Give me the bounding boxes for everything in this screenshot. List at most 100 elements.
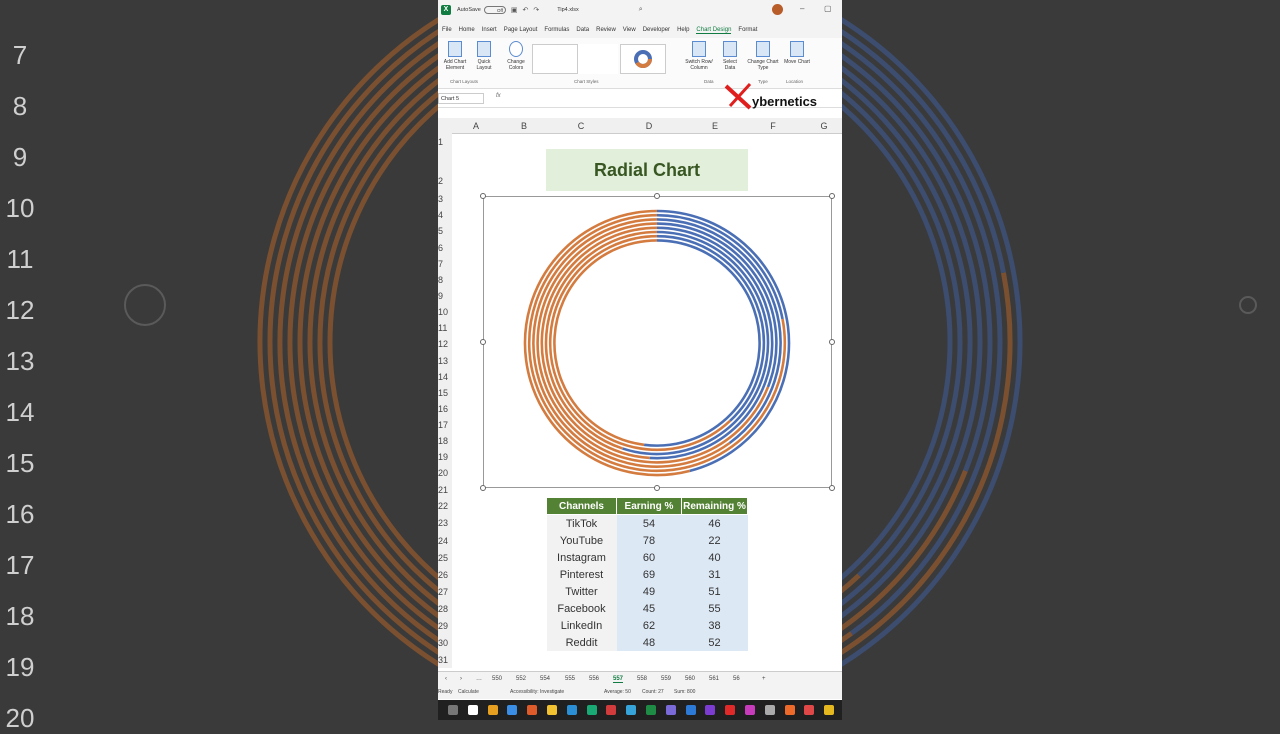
row-header[interactable]: 4 xyxy=(438,210,443,220)
row-header[interactable]: 12 xyxy=(438,339,448,349)
taskbar-app-icon[interactable] xyxy=(507,705,518,715)
move-chart-button[interactable]: Move Chart xyxy=(784,41,810,65)
taskbar-app-icon[interactable] xyxy=(725,705,736,715)
column-header[interactable]: Channels xyxy=(546,497,617,515)
table-cell[interactable]: Instagram xyxy=(546,549,617,566)
table-cell[interactable]: 45 xyxy=(616,600,682,617)
table-cell[interactable]: LinkedIn xyxy=(546,617,617,634)
sheet-tab-557[interactable]: 557 xyxy=(613,676,624,683)
tab-next-icon[interactable]: › xyxy=(460,676,462,682)
accessibility-status[interactable]: Accessibility: Investigate xyxy=(510,689,564,695)
resize-handle[interactable] xyxy=(654,193,660,199)
table-cell[interactable]: Reddit xyxy=(546,634,617,651)
quick-layout-button[interactable]: Quick Layout xyxy=(472,41,496,71)
table-cell[interactable]: Facebook xyxy=(546,600,617,617)
radial-chart[interactable] xyxy=(483,196,832,488)
row-header[interactable]: 18 xyxy=(438,436,448,446)
row-header[interactable]: 24 xyxy=(438,536,448,546)
row-header[interactable]: 19 xyxy=(438,452,448,462)
change-colors-button[interactable]: Change Colors xyxy=(502,41,530,71)
tab-more-icon[interactable]: … xyxy=(476,676,482,682)
chart-style-3[interactable] xyxy=(620,44,666,74)
taskbar-app-icon[interactable] xyxy=(448,705,458,715)
column-header[interactable]: Earning % xyxy=(616,497,682,515)
row-header[interactable]: 22 xyxy=(438,501,448,511)
resize-handle[interactable] xyxy=(654,485,660,491)
row-header[interactable]: 31 xyxy=(438,655,448,665)
sheet-tab-556[interactable]: 556 xyxy=(589,676,599,682)
tab-page-layout[interactable]: Page Layout xyxy=(504,27,538,33)
taskbar-app-icon[interactable] xyxy=(646,705,656,715)
ring-earning-pinterest[interactable] xyxy=(536,222,770,464)
table-cell[interactable]: 49 xyxy=(616,583,682,600)
resize-handle[interactable] xyxy=(480,339,486,345)
resize-handle[interactable] xyxy=(829,485,835,491)
table-cell[interactable]: 69 xyxy=(616,566,682,583)
avatar[interactable] xyxy=(772,4,783,15)
tab-insert[interactable]: Insert xyxy=(482,27,497,33)
sheet-tab-560[interactable]: 560 xyxy=(685,676,695,682)
taskbar-app-icon[interactable] xyxy=(626,705,637,715)
add-chart-element-button[interactable]: Add Chart Element xyxy=(440,41,470,71)
row-header[interactable]: 10 xyxy=(438,307,448,317)
switch-row-column-button[interactable]: Switch Row/ Column xyxy=(682,41,716,71)
taskbar-app-icon[interactable] xyxy=(685,705,696,715)
resize-handle[interactable] xyxy=(829,193,835,199)
row-header[interactable]: 26 xyxy=(438,570,448,580)
sheet-tab-552[interactable]: 552 xyxy=(516,676,526,682)
table-cell[interactable]: 46 xyxy=(681,514,748,532)
table-cell[interactable]: 38 xyxy=(681,617,748,634)
tab-chart-design[interactable]: Chart Design xyxy=(696,27,732,34)
row-header[interactable]: 6 xyxy=(438,243,443,253)
row-header[interactable]: 27 xyxy=(438,587,448,597)
row-header[interactable]: 5 xyxy=(438,226,443,236)
taskbar-app-icon[interactable] xyxy=(527,705,538,715)
tab-file[interactable]: File xyxy=(442,27,452,33)
sheet-tab-554[interactable]: 554 xyxy=(540,676,550,682)
table-cell[interactable]: TikTok xyxy=(546,514,617,532)
taskbar-app-icon[interactable] xyxy=(804,705,815,715)
chart-style-2[interactable] xyxy=(578,44,618,74)
taskbar-app-icon[interactable] xyxy=(764,705,775,715)
sheet-tab-56[interactable]: 56 xyxy=(733,676,740,682)
column-header-d[interactable]: D xyxy=(646,121,653,131)
undo-icon[interactable]: ↶ xyxy=(522,6,528,14)
sheet-tab-559[interactable]: 559 xyxy=(661,676,671,682)
table-cell[interactable]: 54 xyxy=(616,514,682,532)
taskbar-app-icon[interactable] xyxy=(566,705,577,715)
table-cell[interactable]: 48 xyxy=(616,634,682,651)
redo-icon[interactable]: ↷ xyxy=(533,6,539,14)
row-header[interactable]: 13 xyxy=(438,356,448,366)
taskbar-app-icon[interactable] xyxy=(665,705,676,715)
table-cell[interactable]: YouTube xyxy=(546,532,617,549)
change-chart-type-button[interactable]: Change Chart Type xyxy=(747,41,779,71)
resize-handle[interactable] xyxy=(829,339,835,345)
select-data-button[interactable]: Select Data xyxy=(718,41,742,71)
sheet-tab-561[interactable]: 561 xyxy=(709,676,719,682)
taskbar-app-icon[interactable] xyxy=(784,705,795,715)
table-cell[interactable]: Pinterest xyxy=(546,566,617,583)
column-header-e[interactable]: E xyxy=(712,121,718,131)
tab-help[interactable]: Help xyxy=(677,27,689,33)
row-header[interactable]: 1 xyxy=(438,137,443,147)
row-header[interactable]: 2 xyxy=(438,176,443,186)
table-cell[interactable]: 62 xyxy=(616,617,682,634)
table-cell[interactable]: 78 xyxy=(616,532,682,549)
ring-earning-youtube[interactable] xyxy=(527,213,787,473)
resize-handle[interactable] xyxy=(480,485,486,491)
taskbar-app-icon[interactable] xyxy=(745,705,755,715)
sheet-tab-550[interactable]: 550 xyxy=(492,676,502,682)
taskbar-app-icon[interactable] xyxy=(705,705,716,715)
column-header-g[interactable]: G xyxy=(820,121,827,131)
taskbar-app-icon[interactable] xyxy=(606,705,617,715)
column-header-b[interactable]: B xyxy=(521,121,527,131)
minimize-icon[interactable]: – xyxy=(800,4,804,13)
row-header[interactable]: 3 xyxy=(438,194,443,204)
name-box[interactable]: Chart 5 xyxy=(438,93,484,104)
tab-data[interactable]: Data xyxy=(576,27,589,33)
status-calculate[interactable]: Calculate xyxy=(458,689,479,695)
row-header[interactable]: 11 xyxy=(438,323,447,333)
row-header[interactable]: 25 xyxy=(438,553,448,563)
table-cell[interactable]: 31 xyxy=(681,566,748,583)
table-cell[interactable]: 52 xyxy=(681,634,748,651)
